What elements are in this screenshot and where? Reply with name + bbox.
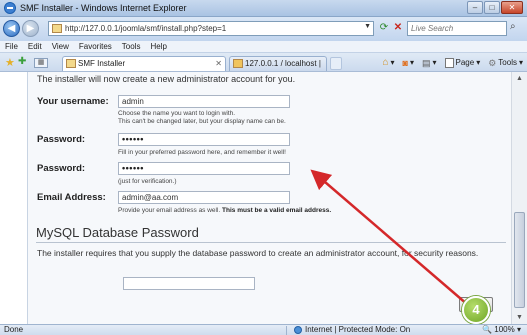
status-text: Done xyxy=(4,325,24,334)
username-label: Your username: xyxy=(37,96,109,107)
tools-menu[interactable]: ⚙ Tools ▾ xyxy=(488,57,523,69)
search-box[interactable] xyxy=(407,21,507,36)
menu-help[interactable]: Help xyxy=(150,41,166,52)
db-password-input[interactable] xyxy=(123,277,255,290)
address-bar: ◀ ▶ http://127.0.0.1/joomla/smf/install.… xyxy=(0,17,527,41)
email-hint-emphasis: This must be a valid email address. xyxy=(220,207,332,214)
username-hint-line: Choose the name you want to login with. xyxy=(118,110,236,117)
maximize-button[interactable]: □ xyxy=(484,1,500,14)
menu-edit[interactable]: Edit xyxy=(28,41,42,52)
close-button[interactable]: ✕ xyxy=(501,1,523,14)
url-text: http://127.0.0.1/joomla/smf/install.php?… xyxy=(65,24,227,33)
scroll-up-icon[interactable]: ▲ xyxy=(514,73,525,84)
email-hint: Provide your email address as well. This… xyxy=(118,207,418,215)
ie-logo-icon xyxy=(4,2,16,14)
zoom-text: 100% xyxy=(494,325,515,334)
favorites-star-icon[interactable]: ★ xyxy=(5,56,15,69)
back-button[interactable]: ◀ xyxy=(3,20,20,37)
username-input[interactable]: admin xyxy=(118,95,290,108)
password-hint: Fill in your preferred password here, an… xyxy=(118,149,286,156)
search-icon[interactable]: ⌕ xyxy=(510,21,516,32)
home-icon: ⌂ xyxy=(382,57,389,68)
new-tab-button[interactable] xyxy=(330,57,342,70)
feeds-button[interactable]: ◙ ▾ xyxy=(403,57,414,69)
scroll-down-icon[interactable]: ▼ xyxy=(514,312,525,323)
page-icon xyxy=(66,59,76,68)
window-title: SMF Installer - Windows Internet Explore… xyxy=(20,3,187,13)
intro-text: The installer will now create a new admi… xyxy=(37,74,296,84)
status-bar: Done Internet | Protected Mode: On 🔍 100… xyxy=(0,324,527,335)
stop-icon[interactable]: ✕ xyxy=(391,21,405,36)
password-confirm-label: Password: xyxy=(37,163,86,174)
page-margin xyxy=(0,72,27,324)
menu-favorites[interactable]: Favorites xyxy=(79,41,112,52)
section-divider xyxy=(36,242,506,243)
status-divider xyxy=(286,326,287,335)
title-bar: SMF Installer - Windows Internet Explore… xyxy=(0,0,527,17)
menu-view[interactable]: View xyxy=(52,41,69,52)
command-bar: ⌂ ▾ ◙ ▾ ▤ ▾ Page ▾ ⚙ Tools ▾ xyxy=(382,57,523,69)
scroll-thumb[interactable] xyxy=(514,212,525,308)
tab-close-icon[interactable]: ✕ xyxy=(215,57,222,70)
page-icon xyxy=(52,24,62,33)
username-hint-line: This can't be changed later, but your di… xyxy=(118,118,286,125)
password-confirm-input[interactable]: •••••• xyxy=(118,162,290,175)
chevron-down-icon[interactable]: ▼ xyxy=(364,23,371,30)
password-input[interactable]: •••••• xyxy=(118,133,290,146)
forward-button[interactable]: ▶ xyxy=(22,20,39,37)
vertical-scrollbar[interactable]: ▲ ▼ xyxy=(511,72,527,324)
email-hint-text: Provide your email address as well. xyxy=(118,207,221,214)
email-label: Email Address: xyxy=(37,192,106,203)
tab-label: SMF Installer xyxy=(78,59,126,68)
print-icon: ▤ xyxy=(421,58,431,68)
tab-phpmyadmin[interactable]: 127.0.0.1 / localhost | php... xyxy=(229,56,327,81)
username-hint: Choose the name you want to login with. … xyxy=(118,110,286,126)
minimize-button[interactable]: – xyxy=(467,1,483,14)
globe-icon xyxy=(294,326,302,334)
menu-file[interactable]: File xyxy=(5,41,18,52)
menu-bar: File Edit View Favorites Tools Help xyxy=(0,41,527,53)
gear-icon: ⚙ xyxy=(488,58,497,68)
menu-tools[interactable]: Tools xyxy=(122,41,141,52)
page-icon xyxy=(233,59,243,68)
url-field[interactable]: http://127.0.0.1/joomla/smf/install.php?… xyxy=(48,21,374,36)
security-zone[interactable]: Internet | Protected Mode: On xyxy=(294,325,410,335)
page-menu[interactable]: Page ▾ xyxy=(444,57,480,69)
quick-tabs-icon[interactable]: ▦ xyxy=(34,58,48,68)
page-viewport: The installer will now create a new admi… xyxy=(0,72,527,324)
section-text: The installer requires that you supply t… xyxy=(37,248,479,258)
print-button[interactable]: ▤ ▾ xyxy=(422,57,437,69)
refresh-icon[interactable]: ⟳ xyxy=(377,21,391,36)
zoom-level[interactable]: 🔍 100% ▾ xyxy=(482,325,521,335)
window-controls: – □ ✕ xyxy=(467,1,523,14)
tools-menu-label: Tools xyxy=(498,58,517,67)
rss-icon: ◙ xyxy=(402,58,408,68)
home-button[interactable]: ⌂ ▾ xyxy=(382,57,394,69)
password-label: Password: xyxy=(37,134,86,145)
page-icon xyxy=(444,58,454,68)
step-badge: 4 xyxy=(462,296,490,324)
search-input[interactable] xyxy=(408,22,504,35)
add-favorites-icon[interactable]: ✚ xyxy=(18,56,26,67)
section-title: MySQL Database Password xyxy=(36,225,199,240)
tab-smf-installer[interactable]: SMF Installer ✕ xyxy=(62,56,226,71)
email-input[interactable]: admin@aa.com xyxy=(118,191,290,204)
tab-bar: ★ ✚ ▦ SMF Installer ✕ 127.0.0.1 / localh… xyxy=(0,54,527,81)
installer-panel: The installer will now create a new admi… xyxy=(27,72,511,324)
password-confirm-hint: (just for verification.) xyxy=(118,178,177,185)
page-menu-label: Page xyxy=(455,58,475,67)
zone-text: Internet | Protected Mode: On xyxy=(305,325,411,334)
